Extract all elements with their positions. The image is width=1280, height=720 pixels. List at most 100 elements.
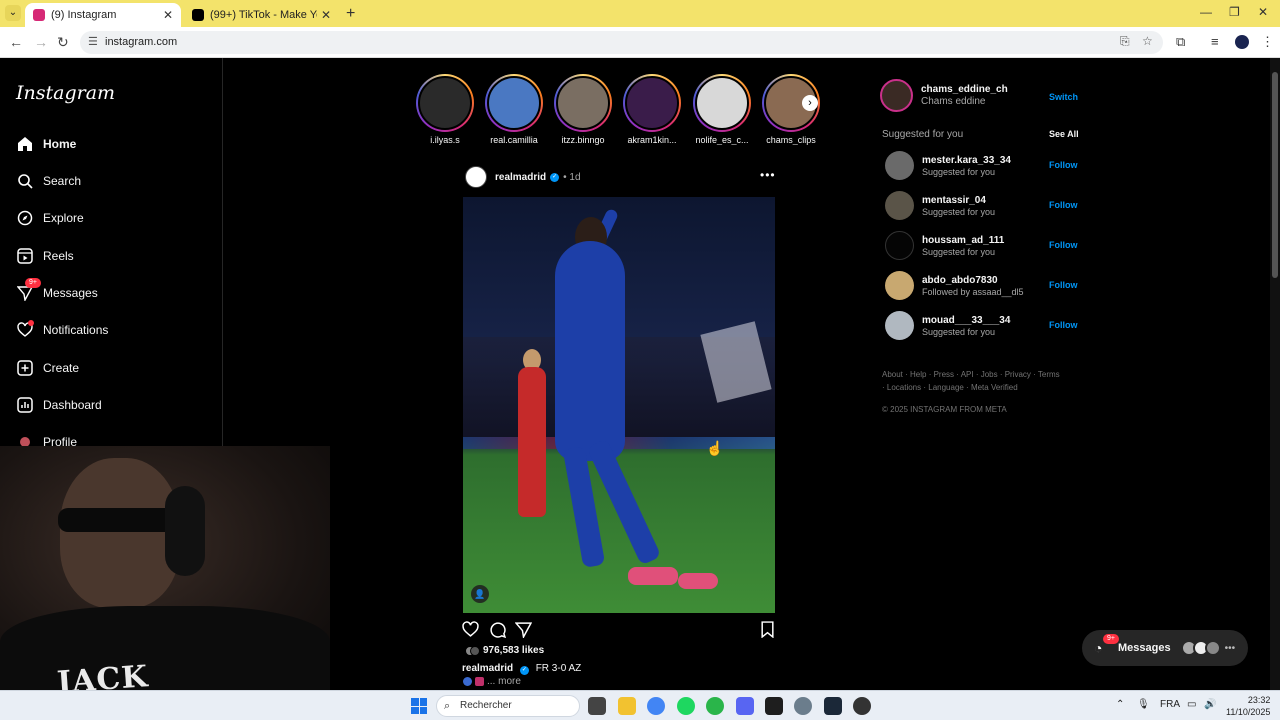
site-info-icon[interactable]: ☰ <box>88 35 98 48</box>
follow-button[interactable]: Follow <box>1049 240 1078 250</box>
taskbar-search[interactable]: ⌕ Rechercher <box>436 695 580 717</box>
stories-next-icon[interactable]: › <box>802 95 818 111</box>
likes-count[interactable]: 976,583 likes <box>465 645 544 656</box>
forward-icon[interactable]: → <box>34 34 48 50</box>
current-fullname: Chams eddine <box>921 96 986 107</box>
suggestion-username[interactable]: mester.kara_33_34 <box>922 155 1011 166</box>
sidebar-item-label: Create <box>43 361 80 375</box>
system-clock[interactable]: 23:32 11/10/2025 <box>1226 694 1270 718</box>
suggestion-username[interactable]: mentassir_04 <box>922 195 995 206</box>
compass-icon <box>16 209 34 227</box>
suggestion-avatar[interactable] <box>885 271 914 300</box>
sidebar-item-messages[interactable]: 9+ Messages <box>16 278 98 304</box>
tab-search-button[interactable]: ⌄ <box>5 5 21 21</box>
suggestion-avatar[interactable] <box>885 191 914 220</box>
instagram-logo[interactable]: Instagram <box>16 82 115 104</box>
suggestion-reason: Suggested for you <box>922 166 996 177</box>
close-window-icon[interactable]: ✕ <box>1258 5 1268 19</box>
sidebar-item-create[interactable]: Create <box>16 357 79 379</box>
switch-account-button[interactable]: Switch <box>1049 92 1078 102</box>
comment-icon[interactable] <box>489 621 507 642</box>
close-tab-icon[interactable]: ✕ <box>163 8 173 22</box>
post-image[interactable]: 👤 <box>463 197 775 613</box>
browser-menu-icon[interactable]: ⋮ <box>1261 34 1274 50</box>
post-username[interactable]: realmadrid <box>495 172 546 183</box>
page-scrollbar[interactable] <box>1270 58 1280 690</box>
post-author-avatar[interactable] <box>465 166 487 188</box>
settings-gear-icon[interactable] <box>794 697 812 715</box>
microphone-icon[interactable]: 🎙 <box>1137 699 1150 710</box>
tagged-user-icon[interactable]: 👤 <box>471 585 489 603</box>
language-indicator[interactable]: FRA <box>1160 699 1180 710</box>
bookmark-star-icon[interactable]: ☆ <box>1142 34 1153 48</box>
sidebar-item-home[interactable]: Home <box>16 133 76 155</box>
save-bookmark-icon[interactable] <box>760 621 775 642</box>
suggestion-avatar[interactable] <box>885 311 914 340</box>
messages-badge: 9+ <box>25 278 41 288</box>
taskbar-search-placeholder: Rechercher <box>460 700 512 711</box>
hand-cursor-icon: ☝ <box>706 440 724 456</box>
suggestion-username[interactable]: houssam_ad_111 <box>922 235 1004 246</box>
post-options-icon[interactable]: ••• <box>760 168 776 182</box>
current-user-avatar[interactable] <box>880 79 913 112</box>
obs-icon[interactable] <box>853 697 871 715</box>
messages-drawer-button[interactable]: ◔ 9+ Messages ••• <box>1082 630 1248 666</box>
whatsapp-icon[interactable] <box>706 697 724 715</box>
story-item[interactable]: nolife_es_c... <box>693 74 751 145</box>
install-app-icon[interactable]: ⎘ <box>1120 34 1130 49</box>
share-icon[interactable] <box>514 621 533 642</box>
sidebar-item-explore[interactable]: Explore <box>16 207 84 229</box>
sidebar-item-reels[interactable]: Reels <box>16 245 74 267</box>
address-bar[interactable]: ☰ instagram.com ⎘ ☆ <box>80 31 1163 54</box>
back-icon[interactable]: ← <box>9 34 23 50</box>
reload-icon[interactable]: ↻ <box>57 34 69 51</box>
terminal-icon[interactable] <box>765 697 783 715</box>
story-item[interactable]: i.ilyas.s <box>416 74 474 145</box>
browser-toolbar: ← → ↻ ☰ instagram.com ⎘ ☆ ⧉ ≡ ⋮ <box>0 27 1280 58</box>
suggestion-row: mouad___33___34 Suggested for you Follow <box>885 311 1078 340</box>
tab-instagram[interactable]: (9) Instagram ✕ <box>25 3 181 27</box>
suggestion-avatar[interactable] <box>885 231 914 260</box>
suggestion-reason: Suggested for you <box>922 246 996 257</box>
suggested-title: Suggested for you <box>882 129 964 140</box>
follow-button[interactable]: Follow <box>1049 200 1078 210</box>
follow-button[interactable]: Follow <box>1049 280 1078 290</box>
sidebar-item-search[interactable]: Search <box>16 170 81 192</box>
like-icon[interactable] <box>462 621 479 642</box>
tray-expand-icon[interactable]: ⌃ <box>1116 699 1124 710</box>
chrome-icon[interactable] <box>647 697 665 715</box>
steam-icon[interactable] <box>824 697 842 715</box>
story-item[interactable]: itzz.binngo <box>554 74 612 145</box>
spotify-icon[interactable] <box>677 697 695 715</box>
sidebar-item-notifications[interactable]: Notifications <box>16 319 108 341</box>
current-username[interactable]: chams_eddine_ch <box>921 84 1008 95</box>
file-explorer-icon[interactable] <box>618 697 636 715</box>
more-link[interactable]: more <box>498 676 521 687</box>
network-icon[interactable]: ▭ <box>1187 699 1196 710</box>
suggestion-username[interactable]: mouad___33___34 <box>922 315 1010 326</box>
windows-start-icon[interactable] <box>411 698 427 714</box>
extensions-icon[interactable]: ⧉ <box>1176 34 1185 50</box>
new-tab-icon[interactable]: + <box>346 5 355 23</box>
sidebar-item-dashboard[interactable]: Dashboard <box>16 394 102 416</box>
see-all-link[interactable]: See All <box>1049 129 1079 139</box>
discord-icon[interactable] <box>736 697 754 715</box>
restore-icon[interactable]: ❐ <box>1229 5 1240 19</box>
volume-icon[interactable]: 🔊 <box>1204 699 1216 710</box>
tab-tiktok[interactable]: (99+) TikTok - Make Your Day ✕ <box>184 3 339 27</box>
follow-button[interactable]: Follow <box>1049 160 1078 170</box>
sidebar-item-label: Search <box>43 174 82 188</box>
follow-button[interactable]: Follow <box>1049 320 1078 330</box>
footer-links[interactable]: About · Help · Press · API · Jobs · Priv… <box>882 368 1062 394</box>
minimize-icon[interactable]: — <box>1200 5 1212 19</box>
profile-avatar[interactable] <box>1235 35 1249 49</box>
task-view-icon[interactable] <box>588 697 606 715</box>
story-item[interactable]: akram1kin... <box>623 74 681 145</box>
suggestion-username[interactable]: abdo_abdo7830 <box>922 275 1024 286</box>
suggestion-avatar[interactable] <box>885 151 914 180</box>
story-item[interactable]: real.camillia <box>485 74 543 145</box>
close-tab-icon[interactable]: ✕ <box>321 8 331 22</box>
caption-username[interactable]: realmadrid <box>462 663 513 674</box>
media-control-icon[interactable]: ≡ <box>1211 34 1219 49</box>
scrollbar-thumb[interactable] <box>1272 72 1278 278</box>
